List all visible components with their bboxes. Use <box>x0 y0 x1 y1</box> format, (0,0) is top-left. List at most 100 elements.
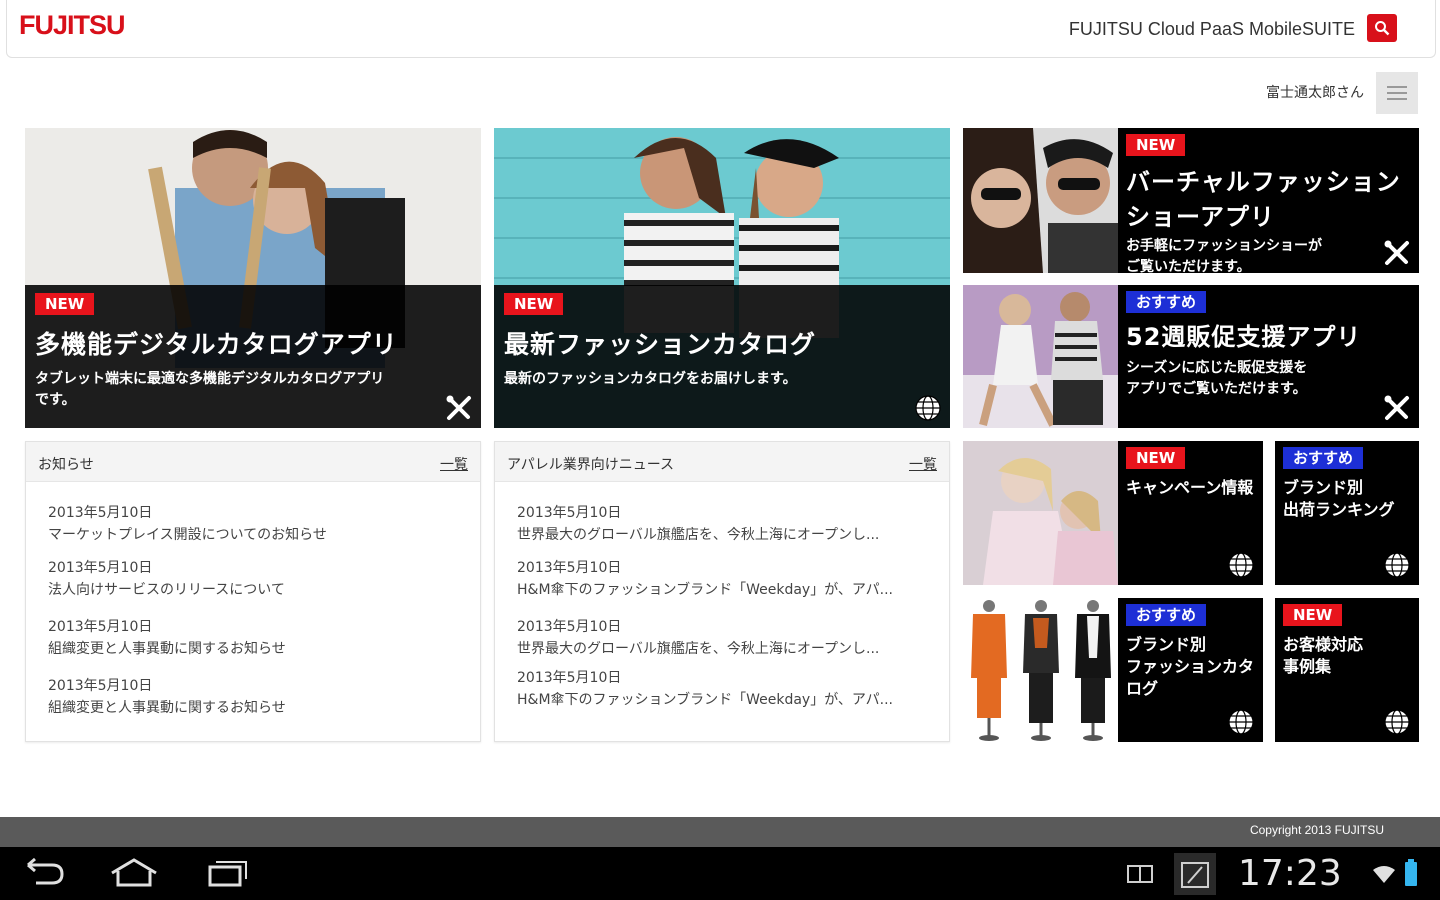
screen-split-icon[interactable] <box>1126 863 1154 885</box>
news-item[interactable]: 2013年5月10日 組織変更と人事異動に関するお知らせ <box>48 616 286 660</box>
tile-title: バーチャルファッション <box>1126 168 1401 196</box>
news-text: H&M傘下のファッションブランド「Weekday」が、アパ... <box>517 692 894 708</box>
tile-fashion-catalog[interactable]: NEW 最新ファッションカタログ 最新のファッションカタログをお届けします。 <box>494 128 950 428</box>
tools-icon <box>1384 395 1409 420</box>
tile-caption: NEW 多機能デジタルカタログアプリ タブレット端末に最適な多機能デジタルカタロ… <box>25 285 481 428</box>
tile-campaign[interactable]: NEW キャンペーン情報 <box>963 441 1263 585</box>
recommended-badge: おすすめ <box>1283 447 1364 469</box>
news-text: マーケットプレイス開設についてのお知らせ <box>48 527 327 543</box>
news-more-link[interactable]: 一覧 <box>440 454 468 474</box>
news-text: H&M傘下のファッションブランド「Weekday」が、アパ... <box>517 582 894 598</box>
tile-description: シーズンに応じた販促支援を <box>1126 360 1308 376</box>
globe-icon <box>915 395 941 421</box>
tile-photo <box>963 128 1118 273</box>
tile-title: 52週販促支援アプリ <box>1126 323 1362 351</box>
news-item[interactable]: 2013年5月10日 組織変更と人事異動に関するお知らせ <box>48 675 286 719</box>
tile-brand-catalog[interactable]: おすすめ ブランド別 ファッションカタ ログ <box>963 598 1263 742</box>
news-date: 2013年5月10日 <box>48 619 153 635</box>
new-badge: NEW <box>504 293 564 315</box>
news-item[interactable]: 2013年5月10日 マーケットプレイス開設についてのお知らせ <box>48 502 327 546</box>
tile-sales-promotion[interactable]: おすすめ 52週販促支援アプリ シーズンに応じた販促支援を アプリでご覧いただけ… <box>963 285 1419 428</box>
news-item[interactable]: 2013年5月10日 H&M傘下のファッションブランド「Weekday」が、アパ… <box>517 557 893 601</box>
menu-button[interactable] <box>1376 72 1418 114</box>
new-badge: NEW <box>35 293 95 315</box>
search-button[interactable] <box>1367 14 1397 42</box>
industry-news-title: アパレル業界向けニュース <box>507 457 675 473</box>
tile-catalog-app[interactable]: NEW 多機能デジタルカタログアプリ タブレット端末に最適な多機能デジタルカタロ… <box>25 128 481 428</box>
news-item[interactable]: 2013年5月10日 法人向けサービスのリリースについて <box>48 557 285 601</box>
news-date: 2013年5月10日 <box>517 505 622 521</box>
battery-icon <box>1405 859 1417 886</box>
wifi-icon <box>1373 866 1395 883</box>
new-badge: NEW <box>1126 134 1186 156</box>
tile-photo <box>963 598 1118 742</box>
app-header: FUJITSU FUJITSU Cloud PaaS MobileSUITE <box>6 0 1436 58</box>
new-badge: NEW <box>1283 604 1343 626</box>
news-text: 世界最大のグローバル旗艦店を、今秋上海にオープンし... <box>517 527 880 543</box>
status-clock: 17:23 <box>1238 853 1342 894</box>
fujitsu-logo[interactable]: FUJITSU <box>19 10 126 41</box>
news-item[interactable]: 2013年5月10日 H&M傘下のファッションブランド「Weekday」が、アパ… <box>517 667 893 711</box>
tile-ranking[interactable]: おすすめ ブランド別 出荷ランキング <box>1275 441 1419 585</box>
tile-title-cont: 出荷ランキング <box>1283 500 1395 519</box>
news-item[interactable]: 2013年5月10日 世界最大のグローバル旗艦店を、今秋上海にオープンし... <box>517 616 879 660</box>
news-date: 2013年5月10日 <box>517 560 622 576</box>
tile-caption: おすすめ 52週販促支援アプリ シーズンに応じた販促支援を アプリでご覧いただけ… <box>1118 285 1419 428</box>
new-badge: NEW <box>1126 447 1186 469</box>
tools-icon <box>1384 240 1409 265</box>
recommended-badge: おすすめ <box>1126 604 1207 626</box>
news-panel-title: お知らせ <box>38 457 94 473</box>
user-name: 富士通太郎さん <box>1266 85 1364 101</box>
industry-news-header: アパレル業界向けニュース 一覧 <box>495 442 949 482</box>
page-footer: Copyright 2013 FUJITSU <box>0 817 1440 847</box>
system-navigation-bar: 17:23 <box>0 847 1440 900</box>
home-icon[interactable] <box>108 857 160 889</box>
news-item[interactable]: 2013年5月10日 世界最大のグローバル旗艦店を、今秋上海にオープンし... <box>517 502 879 546</box>
tile-title-cont: 事例集 <box>1283 657 1332 676</box>
globe-icon <box>1228 552 1254 578</box>
tile-title-cont-2: ログ <box>1126 679 1159 698</box>
screenshot-icon[interactable] <box>1174 853 1216 895</box>
tile-description: お手軽にファッションショーが <box>1126 238 1322 254</box>
news-date: 2013年5月10日 <box>48 678 153 694</box>
industry-news-panel: アパレル業界向けニュース 一覧 2013年5月10日 世界最大のグローバル旗艦店… <box>494 441 950 742</box>
tile-description-cont: アプリでご覧いただけます。 <box>1126 381 1307 397</box>
tile-title-cont: ファッションカタ <box>1126 657 1255 676</box>
tile-customer-cases[interactable]: NEW お客様対応 事例集 <box>1275 598 1419 742</box>
news-text: 組織変更と人事異動に関するお知らせ <box>48 641 286 657</box>
tile-title: 最新ファッションカタログ <box>504 330 817 359</box>
copyright: Copyright 2013 FUJITSU <box>1249 823 1384 837</box>
recent-apps-icon[interactable] <box>202 857 250 889</box>
news-date: 2013年5月10日 <box>517 619 622 635</box>
globe-icon <box>1384 552 1410 578</box>
tile-title: キャンペーン情報 <box>1126 478 1254 497</box>
tile-title-cont: ショーアプリ <box>1126 203 1276 231</box>
tile-photo <box>963 441 1118 585</box>
tile-virtual-fashion-show[interactable]: NEW バーチャルファッション ショーアプリ お手軽にファッションショーが ご覧… <box>963 128 1419 273</box>
tile-caption: NEW 最新ファッションカタログ 最新のファッションカタログをお届けします。 <box>494 285 950 428</box>
tile-title: お客様対応 <box>1283 635 1364 654</box>
news-text: 世界最大のグローバル旗艦店を、今秋上海にオープンし... <box>517 641 880 657</box>
globe-icon <box>1384 709 1410 735</box>
industry-news-more-link[interactable]: 一覧 <box>909 454 937 474</box>
news-panel: お知らせ 一覧 2013年5月10日 マーケットプレイス開設についてのお知らせ … <box>25 441 481 742</box>
tile-photo <box>963 285 1118 428</box>
back-icon[interactable] <box>22 857 68 889</box>
tile-title: ブランド別 <box>1126 635 1207 654</box>
tile-description: 最新のファッションカタログをお届けします。 <box>504 371 797 387</box>
tile-description-cont: です。 <box>35 392 76 408</box>
news-panel-header: お知らせ 一覧 <box>26 442 480 482</box>
tile-title: ブランド別 <box>1283 478 1364 497</box>
recommended-badge: おすすめ <box>1126 291 1207 313</box>
tile-description: タブレット端末に最適な多機能デジタルカタログアプリ <box>35 371 385 387</box>
news-text: 法人向けサービスのリリースについて <box>48 582 285 598</box>
tools-icon <box>446 395 471 420</box>
tile-caption: NEW バーチャルファッション ショーアプリ お手軽にファッションショーが ご覧… <box>1118 128 1419 273</box>
app-name: FUJITSU Cloud PaaS MobileSUITE <box>1068 19 1355 39</box>
search-icon <box>1375 21 1390 36</box>
hamburger-icon <box>1387 86 1407 100</box>
news-date: 2013年5月10日 <box>48 505 153 521</box>
tile-title: 多機能デジタルカタログアプリ <box>35 330 398 359</box>
news-date: 2013年5月10日 <box>48 560 153 576</box>
news-date: 2013年5月10日 <box>517 670 622 686</box>
